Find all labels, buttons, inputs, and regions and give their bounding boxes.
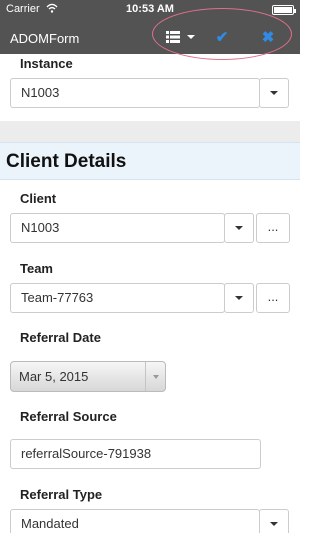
team-select[interactable]: Team-77763: [10, 283, 225, 313]
client-dropdown-button[interactable]: [224, 213, 254, 243]
team-dropdown-button[interactable]: [224, 283, 254, 313]
referral-date-label: Referral Date: [20, 330, 101, 345]
section-divider: [0, 121, 300, 142]
section-header: Client Details: [0, 142, 300, 180]
status-bar: Carrier 10:53 AM: [0, 0, 300, 20]
nav-bar: ADOMForm ✔ ✖: [0, 20, 300, 54]
referral-source-label: Referral Source: [20, 409, 117, 424]
app-title: ADOMForm: [10, 31, 80, 46]
section-title: Client Details: [6, 151, 127, 172]
caret-down-icon: [270, 522, 278, 526]
team-label: Team: [20, 261, 53, 276]
referral-date-picker[interactable]: Mar 5, 2015: [10, 361, 166, 392]
list-view-icon[interactable]: [165, 26, 181, 48]
view-menu-caret-icon[interactable]: [186, 26, 196, 48]
team-more-button[interactable]: ...: [256, 283, 290, 313]
referral-date-value: Mar 5, 2015: [19, 369, 89, 384]
caret-down-icon: [270, 91, 278, 95]
client-label: Client: [20, 191, 57, 206]
date-caret-icon: [145, 362, 165, 391]
instance-dropdown-button[interactable]: [259, 78, 289, 108]
referral-source-input[interactable]: referralSource-791938: [10, 439, 261, 469]
close-icon[interactable]: ✖: [260, 26, 276, 48]
caret-down-icon: [235, 296, 243, 300]
instance-select[interactable]: N1003: [10, 78, 260, 108]
client-select[interactable]: N1003: [10, 213, 225, 243]
client-more-button[interactable]: ...: [256, 213, 290, 243]
status-time: 10:53 AM: [126, 3, 174, 15]
caret-down-icon: [235, 226, 243, 230]
referral-type-label: Referral Type: [20, 487, 103, 502]
referral-type-select[interactable]: Mandated: [10, 509, 260, 533]
check-icon[interactable]: ✔: [214, 26, 230, 48]
referral-type-dropdown-button[interactable]: [259, 509, 289, 533]
battery-icon: [272, 5, 296, 15]
instance-label: Instance: [20, 56, 73, 71]
